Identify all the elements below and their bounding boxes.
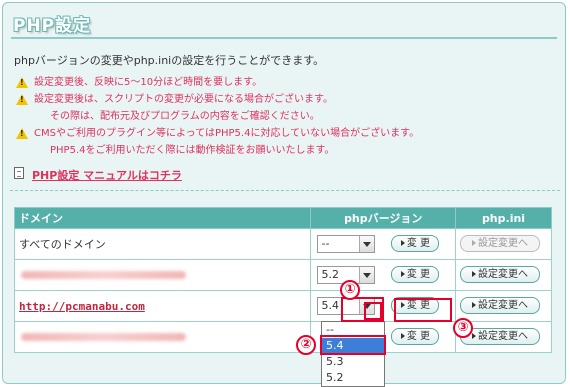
button-label: 設定変更へ: [478, 331, 529, 342]
highlight-change-button: [394, 298, 452, 322]
play-triangle-icon: [472, 240, 477, 246]
select-value: 5.2: [321, 268, 339, 281]
intro-text: phpバージョンの変更やphp.iniの設定を行うことができます。: [14, 54, 325, 67]
play-triangle-icon: [400, 240, 405, 246]
document-icon: [14, 167, 24, 179]
domain-label: すべてのドメイン: [19, 238, 106, 251]
section-divider: [10, 190, 560, 191]
panel-title-bar: PHP設定: [11, 9, 557, 39]
page-title: PHP設定: [13, 16, 92, 36]
manual-link[interactable]: PHP設定 マニュアルはコチラ: [14, 167, 182, 183]
notice-item: 設定変更後は、スクリプトの変更が必要になる場合がございます。: [14, 91, 554, 108]
chevron-down-icon[interactable]: [359, 267, 375, 283]
ini-settings-button[interactable]: 設定変更へ: [460, 297, 541, 314]
button-label: 設定変更へ: [478, 238, 529, 249]
button-label: 設定変更へ: [478, 300, 529, 311]
blurred-domain: [21, 271, 186, 279]
notice-item: その際は、配布元及びプログラムの内容をご確認ください。: [14, 108, 554, 125]
callout-step-1: ①: [340, 280, 360, 300]
highlight-option-54: [320, 335, 386, 355]
change-button[interactable]: 変 更: [391, 328, 440, 345]
dropdown-option[interactable]: 5.3: [322, 354, 384, 370]
domain-link[interactable]: http://pcmanabu.com: [15, 300, 145, 313]
notice-list: 設定変更後、反映に5～10分ほど時間を要します。 設定変更後は、スクリプトの変更…: [14, 74, 554, 159]
table-row: すべてのドメイン -- 変 更 設定変更へ: [13, 228, 552, 260]
notice-text: 設定変更後、反映に5～10分ほど時間を要します。: [34, 77, 263, 88]
play-triangle-icon: [472, 333, 477, 339]
callout-step-3: ③: [453, 318, 473, 338]
select-value: 5.4: [321, 299, 339, 312]
header-php-version: phpバージョン: [310, 207, 457, 229]
blurred-domain: [21, 333, 186, 341]
play-triangle-icon: [472, 271, 477, 277]
play-triangle-icon: [400, 271, 405, 277]
button-label: 変 更: [406, 331, 431, 342]
table-row: 5.2 変 更 設定変更へ: [13, 259, 552, 291]
notice-text: CMSやご利用のプラグイン等によってはPHP5.4に対応していない場合がございま…: [34, 128, 420, 139]
chevron-down-icon[interactable]: [359, 236, 375, 252]
notice-text: その際は、配布元及びプログラムの内容をご確認ください。: [50, 111, 320, 122]
manual-link-label: PHP設定 マニュアルはコチラ: [32, 169, 182, 182]
callout-step-2: ②: [296, 335, 316, 355]
play-triangle-icon: [472, 302, 477, 308]
dropdown-option[interactable]: 5.2: [322, 370, 384, 386]
change-button[interactable]: 変 更: [391, 266, 440, 283]
php-version-select[interactable]: --: [317, 235, 376, 253]
header-php-ini: php.ini: [455, 207, 552, 229]
play-triangle-icon: [400, 333, 405, 339]
table-row: http://pcmanabu.com 5.4 変 更 設定変更へ: [13, 290, 552, 322]
button-label: 変 更: [406, 269, 431, 280]
header-domain: ドメイン: [13, 207, 312, 229]
button-label: 変 更: [406, 238, 431, 249]
table-header-row: ドメイン phpバージョン php.ini: [13, 207, 552, 229]
notice-text: 設定変更後は、スクリプトの変更が必要になる場合がございます。: [34, 94, 333, 105]
notice-item: CMSやご利用のプラグイン等によってはPHP5.4に対応していない場合がございま…: [14, 125, 554, 142]
ini-settings-button: 設定変更へ: [460, 235, 541, 252]
notice-item: 設定変更後、反映に5～10分ほど時間を要します。: [14, 74, 554, 91]
warning-triangle-icon: [16, 128, 28, 139]
warning-triangle-icon: [16, 77, 28, 88]
change-button[interactable]: 変 更: [391, 235, 440, 252]
warning-triangle-icon: [16, 94, 28, 105]
button-label: 設定変更へ: [478, 269, 529, 280]
notice-item: PHP5.4をご利用いただく際には動作検証をお願いいたします。: [14, 142, 554, 159]
notice-text: PHP5.4をご利用いただく際には動作検証をお願いいたします。: [50, 145, 335, 156]
highlight-dropdown-arrow: [364, 302, 382, 320]
select-value: --: [321, 237, 330, 250]
ini-settings-button[interactable]: 設定変更へ: [460, 266, 541, 283]
